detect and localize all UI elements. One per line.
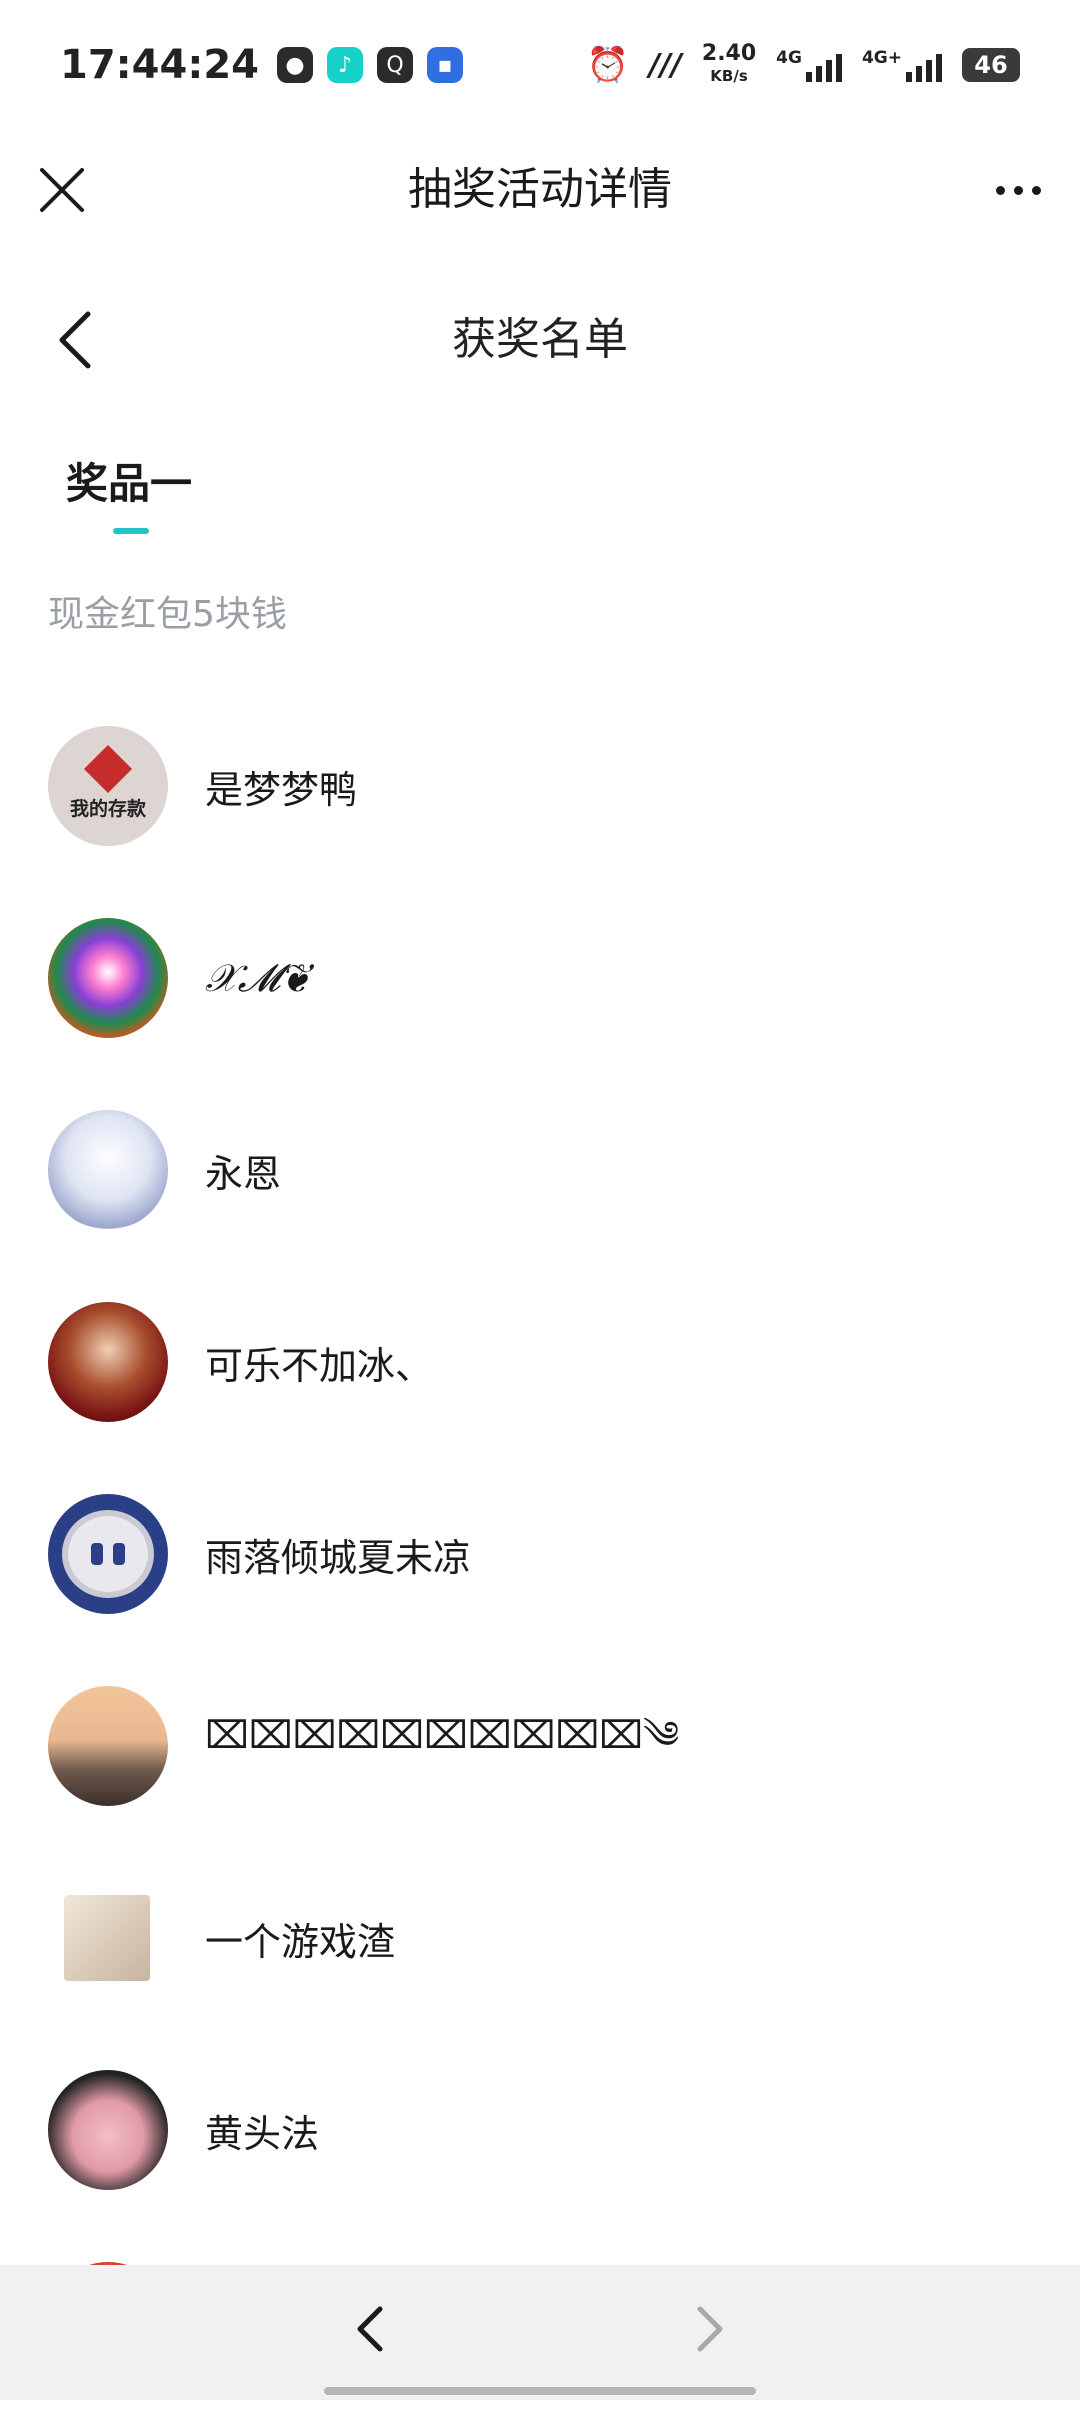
nav-forward-button[interactable] bbox=[676, 2297, 740, 2361]
avatar bbox=[48, 1686, 168, 1806]
notification-icons: ● ♪ Q ▪ bbox=[276, 47, 463, 83]
tiktok-icon: ♪ bbox=[326, 47, 363, 83]
chevron-right-icon bbox=[697, 2306, 723, 2352]
list-item[interactable]: 黄头法 bbox=[0, 2034, 1080, 2226]
tab-prize-one[interactable]: 奖品一 bbox=[66, 450, 193, 534]
more-dot bbox=[995, 185, 1005, 195]
winner-name: 𝒳𝓜❦ bbox=[205, 955, 310, 1000]
avatar bbox=[64, 1895, 150, 1981]
message-icon: ▪ bbox=[426, 47, 463, 83]
list-item[interactable]: 我的存款 是梦梦鸭 bbox=[0, 690, 1080, 882]
tab-label: 奖品一 bbox=[66, 459, 193, 508]
more-options-button[interactable] bbox=[986, 158, 1050, 222]
list-item[interactable]: 雨落倾城夏未凉 bbox=[0, 1458, 1080, 1650]
list-item[interactable]: ⌧⌧⌧⌧⌧⌧⌧⌧⌧⌧༄ bbox=[0, 1650, 1080, 1842]
carrier-icon: /// bbox=[649, 47, 682, 83]
status-right: ⏰ /// 2.40 KB/s 4G 4G+ 46 bbox=[587, 43, 1020, 87]
status-bar: 17:44:24 ● ♪ Q ▪ ⏰ /// 2.40 KB/s 4G 4G+ … bbox=[0, 0, 1080, 130]
winner-name: 一个游戏渣 bbox=[205, 1919, 396, 1964]
chevron-left-icon bbox=[357, 2306, 383, 2352]
signal-2: 4G+ bbox=[862, 48, 942, 82]
bottom-navigation bbox=[0, 2265, 1080, 2400]
battery-indicator: 46 bbox=[962, 48, 1020, 82]
avatar bbox=[48, 1110, 168, 1230]
title-bar: 抽奖活动详情 bbox=[0, 130, 1080, 250]
signal-bars-icon bbox=[805, 48, 842, 82]
prize-description: 现金红包5块钱 bbox=[48, 594, 287, 635]
winner-list: 我的存款 是梦梦鸭 𝒳𝓜❦ 永恩 可乐不加冰、 雨落倾城夏未凉 ⌧⌧⌧⌧⌧⌧⌧⌧… bbox=[0, 690, 1080, 2418]
winners-list-title: 获奖名单 bbox=[452, 314, 628, 365]
network-speed: 2.40 KB/s bbox=[701, 41, 757, 86]
wechat-icon: ● bbox=[276, 47, 313, 83]
avatar: 我的存款 bbox=[48, 726, 168, 846]
signal-1: 4G bbox=[776, 48, 842, 82]
more-dot bbox=[1031, 185, 1041, 195]
winner-name: 黄头法 bbox=[205, 2111, 320, 2156]
more-dot bbox=[1013, 185, 1023, 195]
winner-name: ⌧⌧⌧⌧⌧⌧⌧⌧⌧⌧༄ bbox=[205, 1712, 680, 1757]
winner-name: 雨落倾城夏未凉 bbox=[205, 1535, 472, 1580]
robot-icon bbox=[62, 1510, 154, 1598]
list-item[interactable]: 可乐不加冰、 bbox=[0, 1266, 1080, 1458]
nav-back-button[interactable] bbox=[340, 2297, 404, 2361]
list-item[interactable]: 永恩 bbox=[0, 1074, 1080, 1266]
avatar bbox=[48, 1494, 168, 1614]
sub-header: 获奖名单 bbox=[0, 280, 1080, 400]
avatar-text: 我的存款 bbox=[69, 797, 146, 820]
page-title: 抽奖活动详情 bbox=[408, 164, 672, 215]
avatar bbox=[48, 1302, 168, 1422]
quark-icon: Q bbox=[376, 47, 413, 83]
winner-name: 是梦梦鸭 bbox=[205, 767, 358, 812]
home-indicator[interactable] bbox=[324, 2387, 756, 2395]
winner-name: 永恩 bbox=[205, 1151, 282, 1196]
tab-active-indicator bbox=[113, 528, 149, 534]
status-time: 17:44:24 bbox=[60, 42, 259, 88]
rose-icon bbox=[83, 744, 133, 793]
list-item[interactable]: 𝒳𝓜❦ bbox=[0, 882, 1080, 1074]
winner-name: 可乐不加冰、 bbox=[205, 1343, 434, 1388]
alarm-icon: ⏰ bbox=[586, 45, 630, 85]
avatar bbox=[48, 2070, 168, 2190]
avatar bbox=[48, 918, 168, 1038]
list-item[interactable]: 一个游戏渣 bbox=[0, 1842, 1080, 2034]
signal-bars-icon bbox=[906, 48, 942, 82]
